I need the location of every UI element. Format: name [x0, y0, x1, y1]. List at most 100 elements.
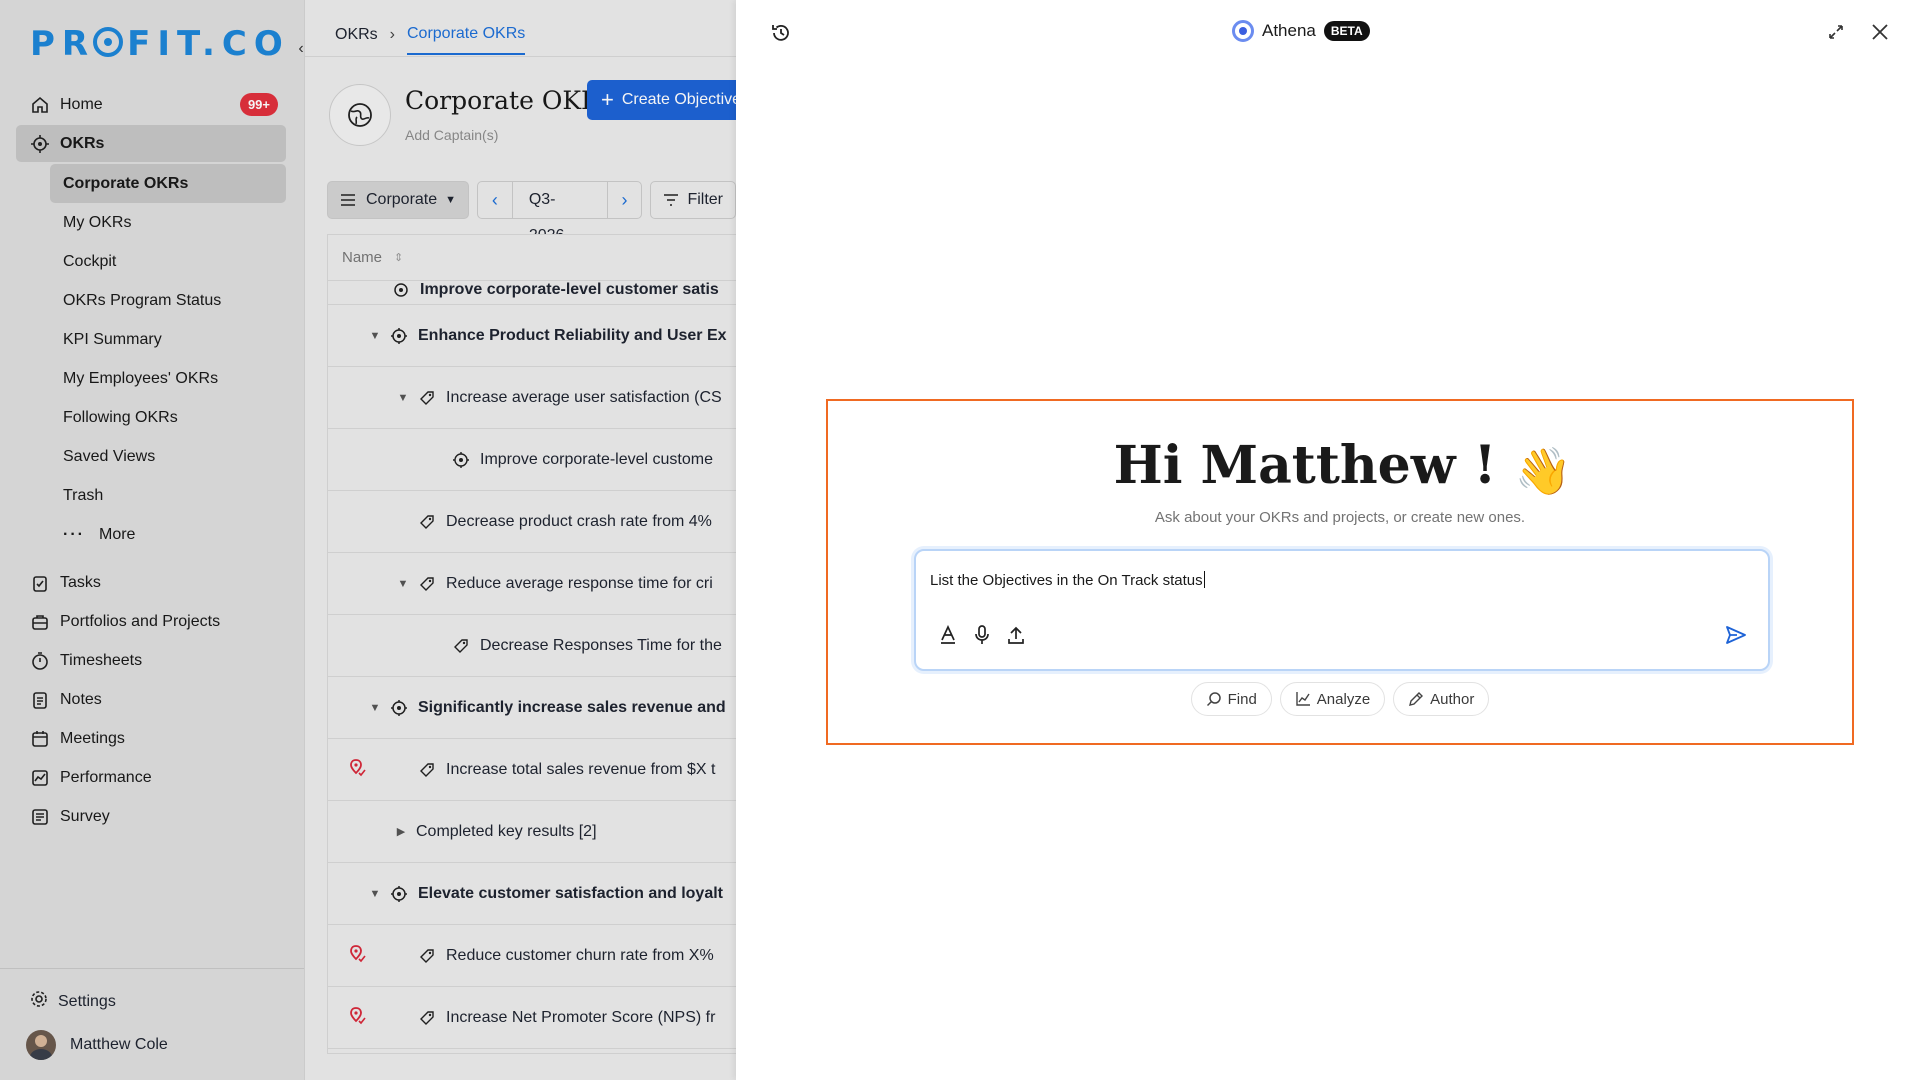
greeting-text: Hi Matthew ! [1113, 435, 1497, 496]
sidebar-item-saved-views[interactable]: Saved Views [50, 437, 286, 476]
completed-key-results-group[interactable]: ▶ Completed key results [2] [328, 801, 746, 863]
chip-label: Author [1430, 690, 1475, 708]
notes-icon [30, 690, 50, 710]
header-divider [305, 56, 737, 57]
sidebar-item-trash[interactable]: Trash [50, 476, 286, 515]
table-row[interactable]: Decrease product crash rate from 4% [328, 491, 746, 553]
sidebar-item-label: OKRs [60, 134, 105, 152]
home-icon [30, 95, 50, 115]
logo[interactable]: PR FIT.CO [30, 24, 290, 64]
prompt-input[interactable]: List the Objectives in the On Track stat… [930, 571, 1205, 589]
sidebar-item-more[interactable]: ··· More [50, 515, 286, 554]
athena-drawer: Athena BETA Hi Matthew ! 👋 Ask about your… [736, 0, 1920, 1080]
athena-title: Athena [1262, 21, 1316, 40]
plus-icon: + [601, 87, 614, 112]
scope-select-value: Corporate [366, 191, 438, 208]
table-row[interactable]: ▼ Increase average user satisfaction (CS [328, 367, 746, 429]
location-pin-icon[interactable] [350, 1007, 366, 1030]
chevron-down-icon: ▼ [445, 194, 457, 206]
sidebar-item-kpi-summary[interactable]: KPI Summary [50, 320, 286, 359]
calendar-icon [30, 729, 50, 749]
sort-icon[interactable]: ⇕ [394, 251, 403, 264]
filter-icon [664, 194, 679, 206]
chart-icon [1296, 692, 1310, 706]
caret-down-icon[interactable]: ▼ [396, 578, 410, 590]
sidebar-item-label: Meetings [60, 729, 125, 747]
athena-prompt-panel: Hi Matthew ! 👋 Ask about your OKRs and pr… [826, 399, 1854, 745]
breadcrumb-separator-icon: › [389, 26, 395, 43]
table-row[interactable]: Improve corporate-level custome [328, 429, 746, 491]
filter-button[interactable]: Filter [650, 181, 736, 219]
table-row[interactable]: Increase Net Promoter Score (NPS) fr [328, 987, 746, 1049]
table-row[interactable]: Increase total sales revenue from $X t [328, 739, 746, 801]
breadcrumb-corporate-okrs[interactable]: Corporate OKRs [407, 25, 526, 55]
table-row[interactable]: ▼ Elevate customer satisfaction and loya… [328, 863, 746, 925]
clipboard-check-icon [30, 573, 50, 593]
period-value[interactable]: Q3-2026 [511, 182, 608, 244]
table-row[interactable]: ▼ Enhance Product Reliability and User E… [328, 305, 746, 367]
period-selector: ‹ Q3-2026 › [477, 181, 643, 244]
caret-down-icon[interactable]: ▼ [396, 392, 410, 404]
sidebar-item-label: Portfolios and Projects [60, 612, 221, 630]
table-row[interactable]: Decrease Responses Time for the [328, 615, 746, 677]
scope-select[interactable]: Corporate ▼ [327, 181, 470, 219]
sidebar-item-okrs[interactable]: OKRs [16, 125, 286, 162]
sidebar-item-notes[interactable]: Notes [16, 681, 286, 718]
location-pin-icon[interactable] [350, 759, 366, 782]
sidebar-item-my-okrs[interactable]: My OKRs [50, 203, 286, 242]
find-chip[interactable]: Find [1190, 682, 1272, 716]
sidebar-item-cockpit[interactable]: Cockpit [50, 242, 286, 281]
column-header-name[interactable]: Name [342, 249, 382, 266]
key-result-icon [418, 761, 436, 779]
add-captain-link[interactable]: Add Captain(s) [405, 127, 498, 143]
upload-icon[interactable] [1004, 623, 1028, 647]
objective-icon [452, 451, 470, 469]
caret-right-icon[interactable]: ▶ [394, 825, 408, 838]
send-icon[interactable] [1722, 621, 1750, 649]
history-icon[interactable] [766, 18, 796, 48]
row-label: Enhance Product Reliability and User Ex [418, 326, 727, 344]
pencil-icon [1409, 692, 1424, 706]
row-label: Decrease Responses Time for the [480, 636, 722, 654]
expand-icon[interactable] [1822, 18, 1850, 46]
text-format-icon[interactable] [936, 623, 960, 647]
caret-down-icon[interactable]: ▼ [368, 702, 382, 714]
row-label: Improve corporate-level custome [480, 450, 713, 468]
breadcrumb-okrs[interactable]: OKRs [335, 26, 378, 44]
sidebar-item-home[interactable]: Home 99+ [16, 86, 286, 123]
avatar [26, 1030, 56, 1060]
author-chip[interactable]: Author [1393, 682, 1490, 716]
sidebar-item-survey[interactable]: Survey [16, 798, 286, 835]
user-profile[interactable]: Matthew Cole [26, 1030, 168, 1060]
globe-icon [329, 84, 391, 146]
table-row[interactable]: ▼ Significantly increase sales revenue a… [328, 677, 746, 739]
prompt-input-box[interactable]: List the Objectives in the On Track stat… [914, 549, 1770, 671]
user-name: Matthew Cole [70, 1036, 168, 1053]
microphone-icon[interactable] [970, 623, 994, 647]
caret-down-icon[interactable]: ▼ [368, 330, 382, 342]
sidebar-item-performance[interactable]: Performance [16, 759, 286, 796]
close-icon[interactable] [1866, 18, 1894, 46]
create-objective-button[interactable]: + Create Objective [587, 80, 747, 120]
caret-down-icon[interactable]: ▼ [368, 888, 382, 900]
sidebar-item-tasks[interactable]: Tasks [16, 564, 286, 601]
sidebar-item-my-employees-okrs[interactable]: My Employees' OKRs [50, 359, 286, 398]
next-period-button[interactable]: › [608, 190, 642, 211]
sidebar-item-portfolios-and-projects[interactable]: Portfolios and Projects [16, 603, 286, 640]
location-pin-icon[interactable] [350, 945, 366, 968]
table-row[interactable]: ▼ Reduce average response time for cri [328, 553, 746, 615]
analyze-chip[interactable]: Analyze [1279, 682, 1386, 716]
prev-period-button[interactable]: ‹ [478, 190, 512, 211]
sidebar-item-label: Settings [58, 992, 116, 1010]
sidebar-nav: Home 99+ OKRs Corporate OKRs My OKRs Coc… [16, 86, 286, 837]
table-header: Name ⇕ [328, 235, 746, 281]
sidebar-item-corporate-okrs[interactable]: Corporate OKRs [50, 164, 286, 203]
objective-icon [390, 327, 408, 345]
sidebar-item-settings[interactable]: Settings [30, 990, 116, 1013]
table-row[interactable]: Reduce customer churn rate from X% [328, 925, 746, 987]
sidebar-item-timesheets[interactable]: Timesheets [16, 642, 286, 679]
table-row[interactable]: Improve corporate-level customer satis [328, 281, 746, 305]
sidebar-item-okrs-program-status[interactable]: OKRs Program Status [50, 281, 286, 320]
sidebar-item-meetings[interactable]: Meetings [16, 720, 286, 757]
sidebar-item-following-okrs[interactable]: Following OKRs [50, 398, 286, 437]
